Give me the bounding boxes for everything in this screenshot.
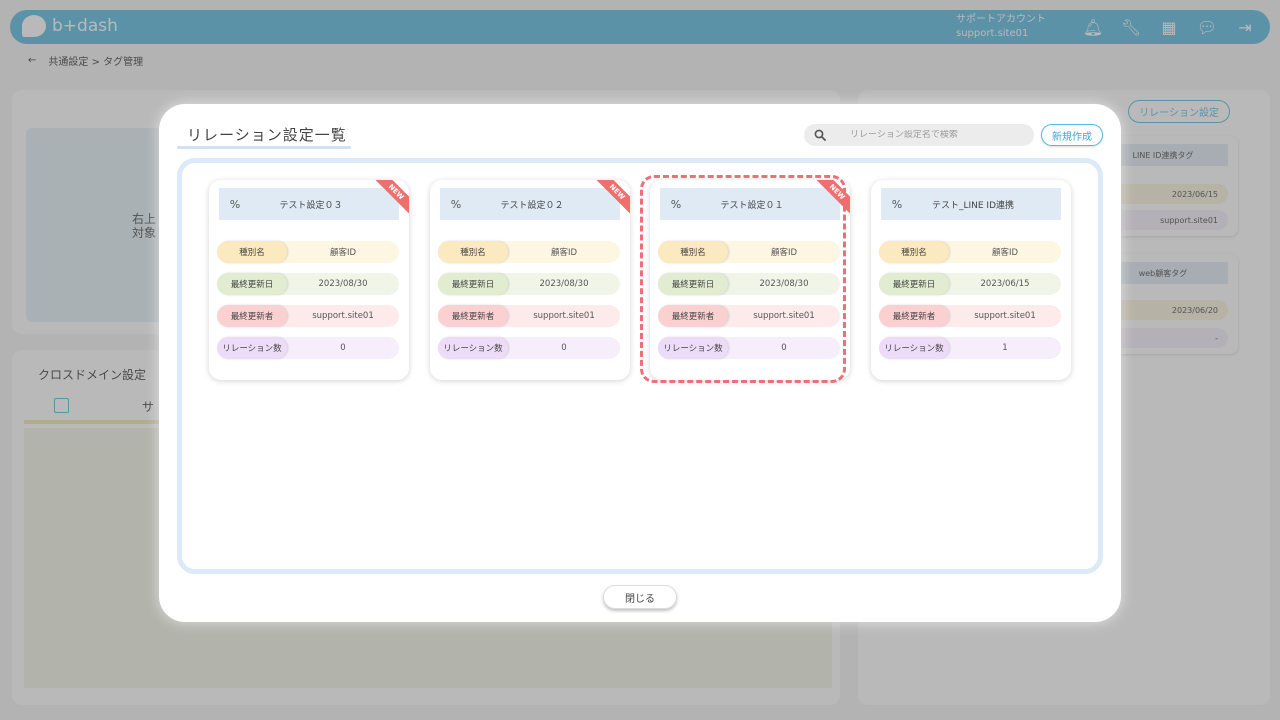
updater-label: 最終更新者 (879, 305, 949, 327)
count-value: 0 (340, 343, 346, 353)
updated-value: 2023/08/30 (318, 279, 368, 289)
updater-label: 最終更新者 (658, 305, 728, 327)
updater-row: 最終更新者 support.site01 (438, 305, 620, 327)
count-row: リレーション数 0 (658, 337, 840, 359)
close-button[interactable]: 閉じる (603, 585, 677, 609)
type-row: 種別名 顧客ID (217, 241, 399, 263)
updated-row: 最終更新日 2023/08/30 (438, 273, 620, 295)
count-value: 0 (561, 343, 567, 353)
updated-label: 最終更新日 (879, 273, 949, 295)
percent-link-icon: % (229, 197, 241, 211)
updater-row: 最終更新者 support.site01 (658, 305, 840, 327)
updated-row: 最終更新日 2023/06/15 (879, 273, 1061, 295)
updated-row: 最終更新日 2023/08/30 (658, 273, 840, 295)
updater-label: 最終更新者 (438, 305, 508, 327)
relation-card-name: テスト設定０３ (279, 200, 343, 211)
search-icon (810, 129, 830, 141)
type-value: 顧客ID (770, 248, 798, 258)
count-label: リレーション数 (217, 337, 287, 359)
new-relation-button[interactable]: 新規作成 (1041, 124, 1103, 146)
relation-card-header: % テスト設定０３ (219, 188, 399, 220)
updated-label: 最終更新日 (217, 273, 287, 295)
percent-link-icon: % (891, 197, 903, 211)
type-row: 種別名 顧客ID (658, 241, 840, 263)
relation-card[interactable]: % テスト_LINE ID連携 種別名 顧客ID 最終更新日 2023/06/15 … (871, 180, 1071, 380)
modal-title: リレーション設定一覧 (177, 126, 351, 149)
relation-card-selected[interactable]: % テスト設定０１ NEW 種別名 顧客ID 最終更新日 2023/08/30 最終… (640, 175, 850, 383)
count-label: リレーション数 (438, 337, 508, 359)
relation-card[interactable]: % テスト設定０２ NEW 種別名 顧客ID 最終更新日 2023/08/30 最終… (430, 180, 630, 380)
new-badge: NEW (810, 180, 850, 219)
type-label: 種別名 (438, 241, 508, 263)
updated-label: 最終更新日 (438, 273, 508, 295)
count-row: リレーション数 0 (438, 337, 620, 359)
updater-value: support.site01 (533, 311, 595, 321)
count-label: リレーション数 (879, 337, 949, 359)
updater-value: support.site01 (312, 311, 374, 321)
search-box[interactable] (804, 124, 1034, 146)
percent-link-icon: % (670, 197, 682, 211)
updated-value: 2023/06/15 (980, 279, 1030, 289)
relation-card-header: % テスト設定０２ (440, 188, 620, 220)
count-row: リレーション数 0 (217, 337, 399, 359)
type-value: 顧客ID (991, 248, 1019, 258)
updater-value: support.site01 (753, 311, 815, 321)
updated-row: 最終更新日 2023/08/30 (217, 273, 399, 295)
count-label: リレーション数 (658, 337, 728, 359)
relation-card-name: テスト設定０２ (500, 200, 564, 211)
type-row: 種別名 顧客ID (879, 241, 1061, 263)
type-value: 顧客ID (550, 248, 578, 258)
percent-link-icon: % (450, 197, 462, 211)
updated-value: 2023/08/30 (539, 279, 589, 289)
type-label: 種別名 (217, 241, 287, 263)
relation-card-header: % テスト_LINE ID連携 (881, 188, 1061, 220)
relation-card-name: テスト_LINE ID連携 (931, 200, 1015, 211)
updated-value: 2023/08/30 (759, 279, 809, 289)
updated-label: 最終更新日 (658, 273, 728, 295)
updater-label: 最終更新者 (217, 305, 287, 327)
relation-card[interactable]: % テスト設定０３ NEW 種別名 顧客ID 最終更新日 2023/08/30 最終… (209, 180, 409, 380)
relation-list-modal: リレーション設定一覧 新規作成 % テスト設定０３ NEW 種別名 顧客ID 最終… (159, 104, 1121, 622)
count-row: リレーション数 1 (879, 337, 1061, 359)
type-value: 顧客ID (329, 248, 357, 258)
search-input[interactable] (830, 130, 1020, 140)
type-label: 種別名 (658, 241, 728, 263)
updater-row: 最終更新者 support.site01 (879, 305, 1061, 327)
count-value: 0 (781, 343, 787, 353)
type-row: 種別名 顧客ID (438, 241, 620, 263)
updater-value: support.site01 (974, 311, 1036, 321)
count-value: 1 (1002, 343, 1008, 353)
updater-row: 最終更新者 support.site01 (217, 305, 399, 327)
type-label: 種別名 (879, 241, 949, 263)
